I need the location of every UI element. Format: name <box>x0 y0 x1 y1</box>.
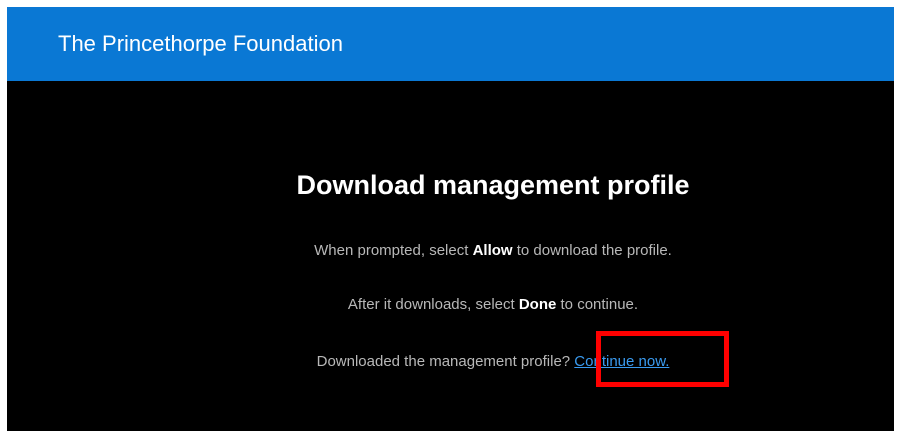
app-window: The Princethorpe Foundation Download man… <box>7 7 894 431</box>
continue-question: Downloaded the management profile? <box>316 353 575 370</box>
instruction-done-suffix: to continue. <box>556 296 639 313</box>
instruction-done-prefix: After it downloads, select <box>347 296 519 313</box>
done-keyword: Done <box>518 296 557 313</box>
instruction-done: After it downloads, select Done to conti… <box>207 296 779 313</box>
allow-keyword: Allow <box>472 242 513 259</box>
instruction-allow-prefix: When prompted, select <box>314 242 473 259</box>
instruction-allow-suffix: to download the profile. <box>512 242 672 259</box>
organization-name: The Princethorpe Foundation <box>58 31 343 56</box>
instruction-allow: When prompted, select Allow to download … <box>207 242 779 259</box>
page-title: Download management profile <box>296 170 690 200</box>
continue-now-link[interactable]: Continue now. <box>574 353 669 370</box>
continue-prompt: Downloaded the management profile? Conti… <box>207 353 779 370</box>
main-content: Download management profile When prompte… <box>7 81 894 431</box>
header-bar: The Princethorpe Foundation <box>7 7 894 81</box>
